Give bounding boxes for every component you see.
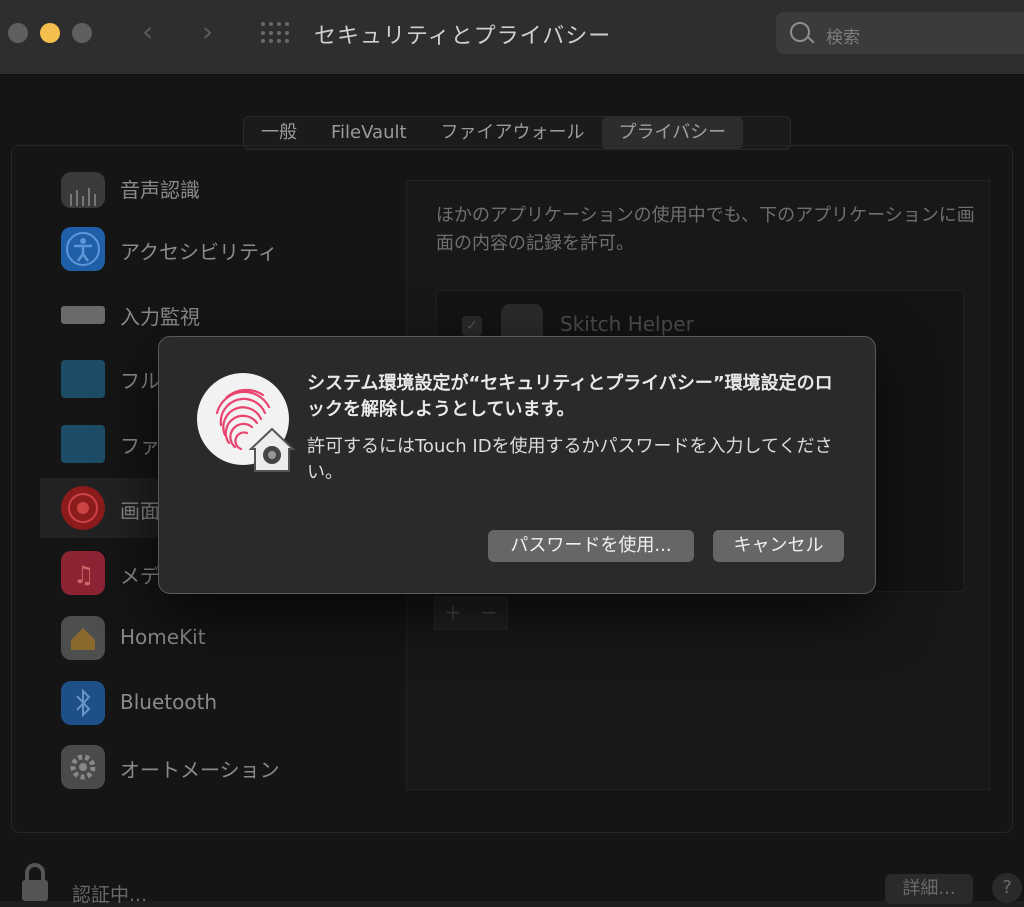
sidebar-item-label: アクセシビリティ (120, 240, 278, 264)
lock-icon[interactable] (18, 862, 52, 901)
music-icon: ♫ (61, 551, 105, 595)
sidebar-item-label: ファ (120, 434, 160, 458)
back-arrow-icon[interactable]: ‹ (142, 16, 153, 48)
unlock-dialog: システム環境設定が“セキュリティとプライバシー”環境設定のロックを解除しようとし… (158, 336, 876, 594)
app-checkbox[interactable]: ✓ (462, 316, 482, 336)
app-name: Skitch Helper (560, 312, 694, 336)
close-window-button[interactable] (8, 23, 28, 43)
dialog-message: 許可するにはTouch IDを使用するかパスワードを入力してください。 (307, 436, 833, 483)
touch-id-fingerprint-icon (197, 373, 296, 472)
title-bar: ‹ › セキュリティとプライバシー 検索 (0, 0, 1024, 75)
sidebar-item-automation[interactable]: オートメーション (40, 737, 400, 797)
search-placeholder: 検索 (826, 28, 860, 48)
sidebar-item-label: HomeKit (120, 625, 206, 649)
sidebar-item-label: 音声認識 (120, 178, 200, 202)
folder-icon (61, 360, 105, 398)
sidebar-item-bluetooth[interactable]: Bluetooth (40, 673, 400, 733)
sidebar-item-homekit[interactable]: HomeKit (40, 608, 400, 668)
search-field[interactable]: 検索 (776, 12, 1024, 54)
details-button[interactable]: 詳細... (885, 874, 973, 904)
search-icon (790, 22, 810, 42)
sidebar-item-label: Bluetooth (120, 690, 218, 714)
bluetooth-icon (61, 681, 105, 725)
sidebar-item-label: オートメーション (120, 758, 280, 782)
sidebar-item-speech-recognition[interactable]: 音声認識 (40, 160, 400, 220)
sidebar-item-label: 画面 (120, 499, 160, 523)
minimize-window-button[interactable] (40, 23, 60, 43)
show-all-grid-icon[interactable] (261, 22, 291, 44)
add-remove-control: + − (434, 596, 508, 630)
remove-app-button[interactable]: − (471, 597, 507, 629)
svg-text:♫: ♫ (73, 561, 95, 589)
folder-icon (61, 425, 105, 463)
sidebar-item-label: 入力監視 (120, 305, 200, 329)
window-title: セキュリティとプライバシー (314, 24, 612, 49)
permission-description: ほかのアプリケーションの使用中でも、下のアプリケーションに画面の内容の記録を許可… (436, 205, 975, 254)
add-app-button[interactable]: + (435, 597, 471, 629)
microphone-waveform-icon (61, 172, 105, 208)
screen-recording-icon (61, 486, 105, 530)
sidebar-item-accessibility[interactable]: アクセシビリティ (40, 219, 400, 279)
sidebar-item-label: フル (120, 369, 160, 393)
zoom-window-button[interactable] (72, 23, 92, 43)
help-button[interactable]: ? (992, 873, 1022, 903)
auth-status-text: 認証中... (72, 884, 148, 906)
sidebar-item-input-monitoring[interactable]: 入力監視 (40, 284, 400, 344)
forward-arrow-icon[interactable]: › (202, 16, 213, 48)
homekit-icon (61, 616, 105, 660)
sidebar-item-label: メデ (120, 564, 160, 588)
cancel-button[interactable]: キャンセル (713, 530, 844, 562)
use-password-button[interactable]: パスワードを使用... (488, 530, 694, 562)
gear-icon (61, 745, 105, 789)
dialog-title: システム環境設定が“セキュリティとプライバシー”環境設定のロックを解除しようとし… (307, 373, 833, 420)
keyboard-icon (61, 306, 105, 324)
accessibility-icon (61, 227, 105, 271)
